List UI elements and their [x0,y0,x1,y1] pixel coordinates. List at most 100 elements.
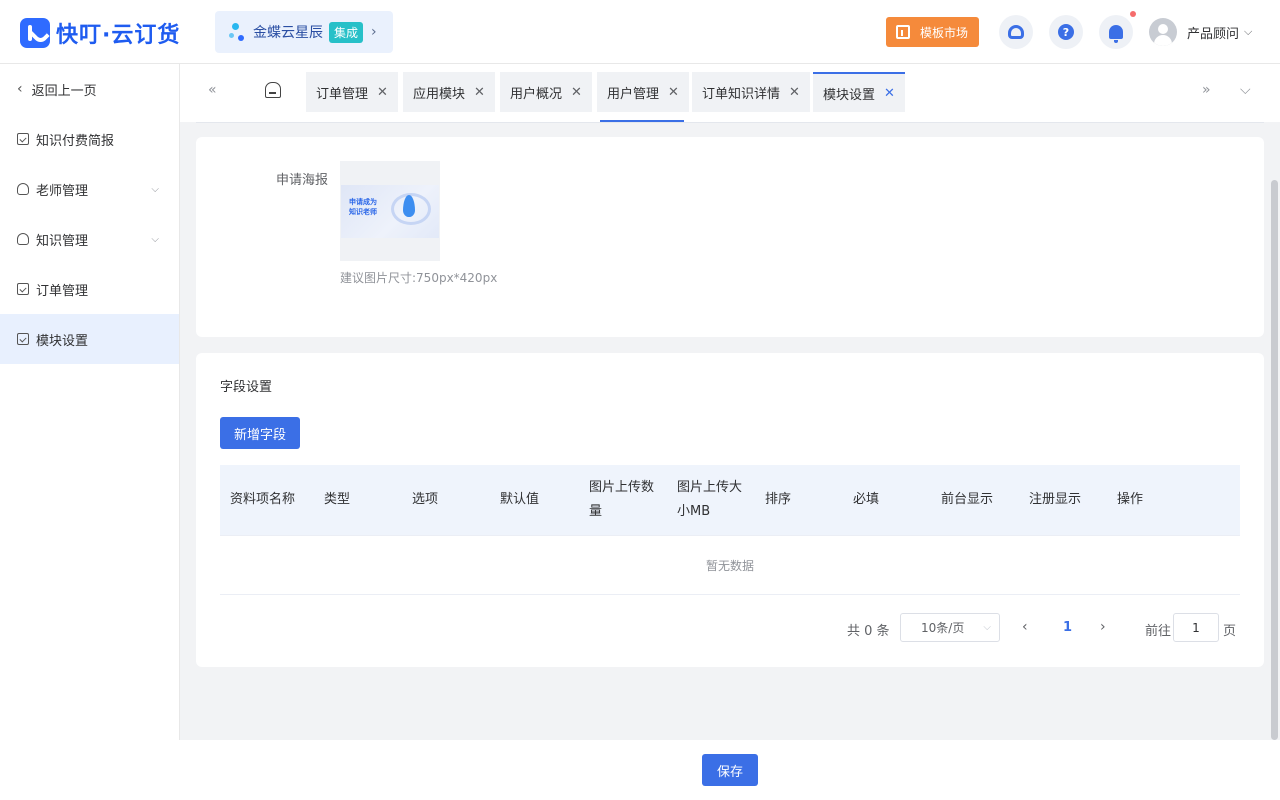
chevron-down-icon: ⌵ [983,622,991,633]
section-title: 字段设置 [220,380,273,395]
close-icon[interactable]: ✕ [884,86,895,101]
chevron-down-icon: ⌵ [151,183,159,195]
calendar-icon [17,133,29,145]
chevron-left-icon: ‹ [17,81,23,97]
customer-service-button[interactable] [999,15,1033,49]
sidebar: ‹ 返回上一页 知识付费简报 老师管理 ⌵ 知识管理 ⌵ 订单管理 模块设置 [0,64,180,740]
bell-icon [1109,25,1123,43]
tab-user-management[interactable]: 用户管理 ✕ [597,72,689,112]
column-header: 前台显示 [941,492,994,507]
field-settings-card: 字段设置 新增字段 资料项名称 类型 选项 默认值 图片上传数量 图片上传大小M… [196,353,1264,667]
help-icon: ? [1058,24,1074,40]
tab-label: 订单知识详情 [702,86,781,102]
poster-label: 申请海报 [276,173,329,188]
save-button[interactable]: 保存 [702,754,758,786]
goto-page-input[interactable]: 1 [1173,613,1219,642]
column-header: 类型 [324,492,351,507]
close-icon[interactable]: ✕ [571,85,582,100]
logo-text: 快叮·云订货 [56,23,181,48]
page-suffix: 页 [1223,624,1237,639]
notification-dot [1130,11,1136,17]
tab-order-knowledge-detail[interactable]: 订单知识详情 ✕ [692,72,810,112]
tab-user-overview[interactable]: 用户概况 ✕ [500,72,592,112]
sidebar-item-label: 知识付费简报 [36,133,115,149]
help-button[interactable]: ? [1049,15,1083,49]
users-icon [17,233,29,245]
column-header: 注册显示 [1029,492,1082,507]
headset-icon [1008,25,1024,39]
sidebar-item-brief[interactable]: 知识付费简报 [0,114,179,164]
home-icon[interactable] [265,82,281,98]
sidebar-item-label: 订单管理 [36,283,89,299]
user-menu[interactable]: 产品顾问 ⌵ [1149,18,1252,46]
page-number-current[interactable]: 1 [1063,620,1072,635]
close-icon[interactable]: ✕ [474,85,485,100]
page-size-select[interactable]: 10条/页 ⌵ [900,613,1000,642]
prev-page-icon[interactable]: ‹ [1022,619,1028,635]
integration-app-name: 金蝶云星辰 [253,25,323,41]
empty-state: 暂无数据 [220,535,1240,595]
poster-size-hint: 建议图片尺寸:750px*420px [340,271,498,285]
table-header: 资料项名称 类型 选项 默认值 图片上传数量 图片上传大小MB 排序 必填 前台… [220,465,1240,535]
calendar-icon [17,283,29,295]
poster-card: 申请海报 申请成为 知识老师 建议图片尺寸:750px*420px [196,137,1264,337]
chevron-down-icon[interactable]: ⌵ [1240,82,1251,98]
poster-image: 申请成为 知识老师 [341,185,439,238]
sidebar-back-label: 返回上一页 [31,83,97,99]
column-header: 排序 [765,492,792,507]
tab-label: 用户概况 [510,86,563,102]
tab-label: 用户管理 [607,86,660,102]
close-icon[interactable]: ✕ [377,85,388,100]
sidebar-item-label: 模块设置 [36,333,89,349]
double-chevron-right-icon[interactable]: » [1202,82,1211,98]
sidebar-item-teachers[interactable]: 老师管理 ⌵ [0,164,179,214]
template-market-button[interactable]: 模板市场 [886,17,979,47]
close-icon[interactable]: ✕ [789,85,800,100]
user-name: 产品顾问 [1187,26,1240,42]
tab-label: 模块设置 [823,87,876,103]
integration-badge: 集成 [329,21,364,43]
column-header: 操作 [1117,492,1144,507]
page-size-value: 10条/页 [921,621,965,635]
calendar-icon [17,333,29,345]
logo-mark-icon [20,18,50,48]
tab-app-modules[interactable]: 应用模块 ✕ [403,72,495,112]
chevron-down-icon: ⌵ [1244,25,1253,38]
avatar [1149,18,1177,46]
double-chevron-left-icon[interactable]: « [208,82,217,98]
poster-upload[interactable]: 申请成为 知识老师 [340,161,440,261]
chevron-right-icon: › [371,24,377,40]
sidebar-item-label: 知识管理 [36,233,89,249]
app-dots-icon [229,22,247,42]
sidebar-item-module-settings[interactable]: 模块设置 [0,314,179,364]
sidebar-back[interactable]: ‹ 返回上一页 [0,64,179,114]
column-header: 选项 [412,492,439,507]
template-market-label: 模板市场 [920,25,969,40]
integration-app-switcher[interactable]: 金蝶云星辰 集成 › [215,11,393,53]
close-icon[interactable]: ✕ [668,85,679,100]
top-header: 快叮·云订货 金蝶云星辰 集成 › 模板市场 ? 产品顾问 ⌵ [0,0,1280,64]
column-header: 图片上传数量 [589,480,655,519]
tab-label: 应用模块 [413,86,466,102]
app-logo[interactable]: 快叮·云订货 [20,17,180,49]
poster-image-line2: 知识老师 [349,208,377,216]
tab-orders[interactable]: 订单管理 ✕ [306,72,398,112]
column-header: 图片上传大小MB [677,480,743,519]
sidebar-item-orders[interactable]: 订单管理 [0,264,179,314]
sidebar-item-knowledge[interactable]: 知识管理 ⌵ [0,214,179,264]
goto-label: 前往 [1145,624,1172,639]
vertical-scrollbar[interactable] [1271,180,1278,740]
pagination-total: 共 0 条 [847,624,890,639]
tab-module-settings[interactable]: 模块设置 ✕ [813,72,905,112]
add-field-button[interactable]: 新增字段 [220,417,300,449]
column-header: 资料项名称 [230,492,296,507]
chevron-down-icon: ⌵ [151,233,159,245]
template-icon [896,25,910,39]
column-header: 默认值 [500,492,540,507]
next-page-icon[interactable]: › [1100,619,1106,635]
tab-label: 订单管理 [316,86,369,102]
column-header: 必填 [853,492,880,507]
notification-button[interactable] [1099,15,1133,49]
tab-bar: « 订单管理 ✕ 应用模块 ✕ 用户概况 ✕ 用户管理 ✕ 订单知识详情 ✕ 模块设置 ✕ … [180,64,1280,122]
users-icon [17,183,29,195]
